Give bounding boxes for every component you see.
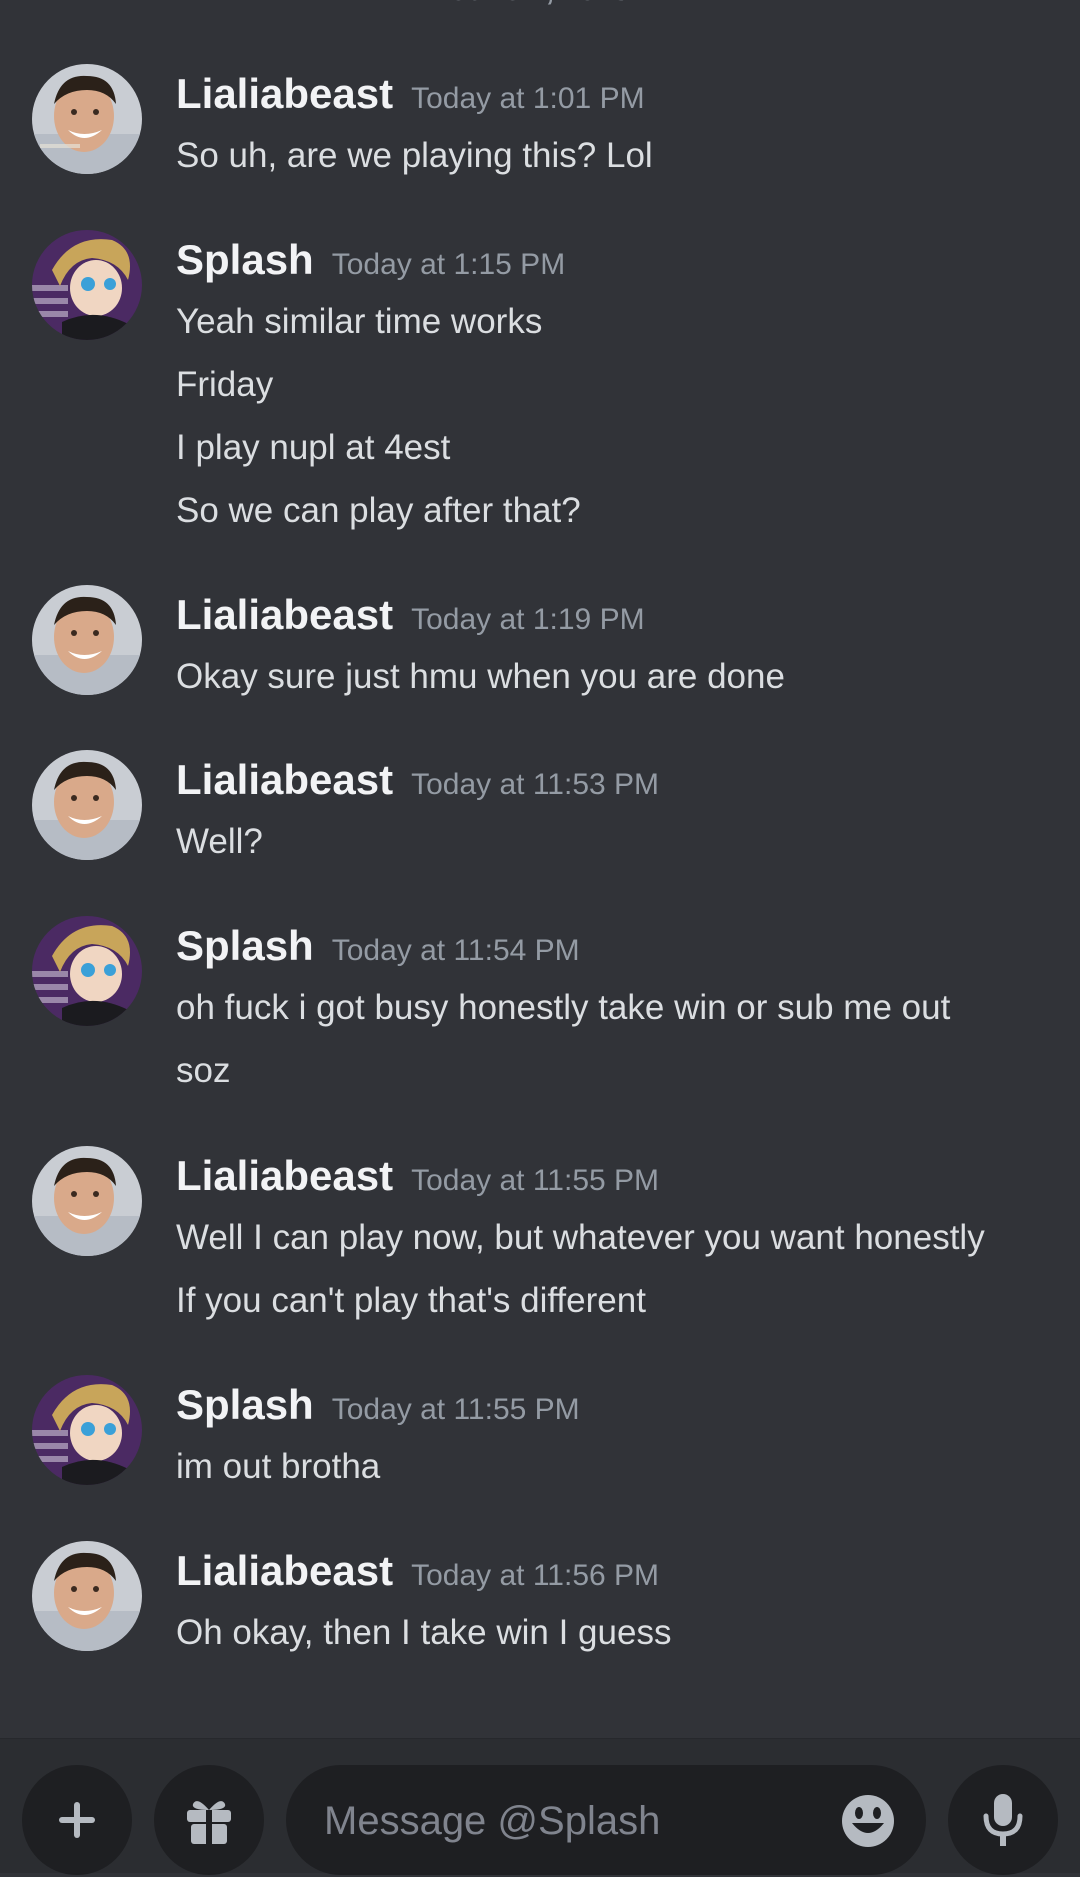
microphone-icon [983, 1794, 1023, 1846]
anime-avatar-image [32, 1375, 142, 1485]
avatar[interactable] [32, 64, 142, 174]
message-header: Splash Today at 11:54 PM [176, 922, 580, 970]
message-content: oh fuck i got busy honestly take win or … [176, 976, 1056, 1102]
message-text[interactable]: Okay sure just hmu when you are done [176, 645, 1056, 708]
message-input-wrapper [286, 1765, 926, 1877]
avatar[interactable] [32, 1541, 142, 1651]
username[interactable]: Splash [176, 922, 314, 969]
message-text[interactable]: Well I can play now, but whatever you wa… [176, 1206, 1056, 1269]
anime-avatar-image [32, 916, 142, 1026]
message-list[interactable]: June 2, 2023 Lialiabeast Today at 1:01 PM… [0, 0, 1080, 1738]
gift-button[interactable] [154, 1765, 264, 1875]
avatar[interactable] [32, 230, 142, 340]
username[interactable]: Lialiabeast [176, 1547, 393, 1594]
voice-message-button[interactable] [948, 1765, 1058, 1875]
message-header: Splash Today at 1:15 PM [176, 236, 565, 284]
ronaldo-avatar-image [32, 585, 142, 695]
message-text[interactable]: Yeah similar time works [176, 290, 1056, 353]
emoji-button[interactable] [840, 1793, 896, 1849]
message-text[interactable]: If you can't play that's different [176, 1269, 1056, 1332]
timestamp: Today at 11:55 PM [331, 1393, 580, 1426]
avatar[interactable] [32, 1375, 142, 1485]
username[interactable]: Splash [176, 236, 314, 283]
timestamp: Today at 1:19 PM [411, 603, 645, 636]
message-text[interactable]: So we can play after that? [176, 479, 1056, 542]
message-content: Oh okay, then I take win I guess [176, 1601, 1056, 1664]
avatar[interactable] [32, 585, 142, 695]
username[interactable]: Splash [176, 1381, 314, 1428]
gift-icon [187, 1801, 231, 1844]
avatar[interactable] [32, 750, 142, 860]
date-divider: June 2, 2023 [0, 0, 1080, 8]
message-content: Well I can play now, but whatever you wa… [176, 1206, 1056, 1332]
username[interactable]: Lialiabeast [176, 756, 393, 803]
message-header: Lialiabeast Today at 11:56 PM [176, 1547, 659, 1595]
message-text[interactable]: oh fuck i got busy honestly take win or … [176, 976, 1056, 1039]
timestamp: Today at 11:55 PM [411, 1164, 660, 1197]
username[interactable]: Lialiabeast [176, 1152, 393, 1199]
plus-icon [59, 1802, 95, 1838]
message-header: Lialiabeast Today at 11:55 PM [176, 1152, 659, 1200]
ronaldo-avatar-image [32, 1146, 142, 1256]
username[interactable]: Lialiabeast [176, 70, 393, 117]
timestamp: Today at 11:54 PM [331, 934, 580, 967]
message-content: So uh, are we playing this? Lol [176, 124, 1056, 187]
message-text[interactable]: Friday [176, 353, 1056, 416]
add-attachment-button[interactable] [22, 1765, 132, 1875]
emoji-icon [842, 1795, 894, 1847]
message-header: Lialiabeast Today at 1:19 PM [176, 591, 645, 639]
message-text[interactable]: Oh okay, then I take win I guess [176, 1601, 1056, 1664]
message-composer [0, 1738, 1080, 1877]
message-text[interactable]: im out brotha [176, 1435, 1056, 1498]
message-text[interactable]: Well? [176, 810, 1056, 873]
timestamp: Today at 11:53 PM [411, 768, 660, 801]
message-content: im out brotha [176, 1435, 1056, 1498]
message-content: Well? [176, 810, 1056, 873]
avatar[interactable] [32, 916, 142, 1026]
ronaldo-avatar-image [32, 750, 142, 860]
message-text[interactable]: I play nupl at 4est [176, 416, 1056, 479]
message-content: Yeah similar time works Friday I play nu… [176, 290, 1056, 542]
message-text[interactable]: So uh, are we playing this? Lol [176, 124, 1056, 187]
message-header: Lialiabeast Today at 11:53 PM [176, 756, 659, 804]
ronaldo-avatar-image [32, 64, 142, 174]
timestamp: Today at 11:56 PM [411, 1559, 660, 1592]
username[interactable]: Lialiabeast [176, 591, 393, 638]
message-header: Splash Today at 11:55 PM [176, 1381, 580, 1429]
message-text[interactable]: soz [176, 1039, 1056, 1102]
timestamp: Today at 1:15 PM [331, 248, 566, 281]
timestamp: Today at 1:01 PM [411, 82, 645, 115]
message-input[interactable] [322, 1765, 806, 1877]
anime-avatar-image [32, 230, 142, 340]
avatar[interactable] [32, 1146, 142, 1256]
ronaldo-avatar-image [32, 1541, 142, 1651]
message-content: Okay sure just hmu when you are done [176, 645, 1056, 708]
message-header: Lialiabeast Today at 1:01 PM [176, 70, 645, 118]
